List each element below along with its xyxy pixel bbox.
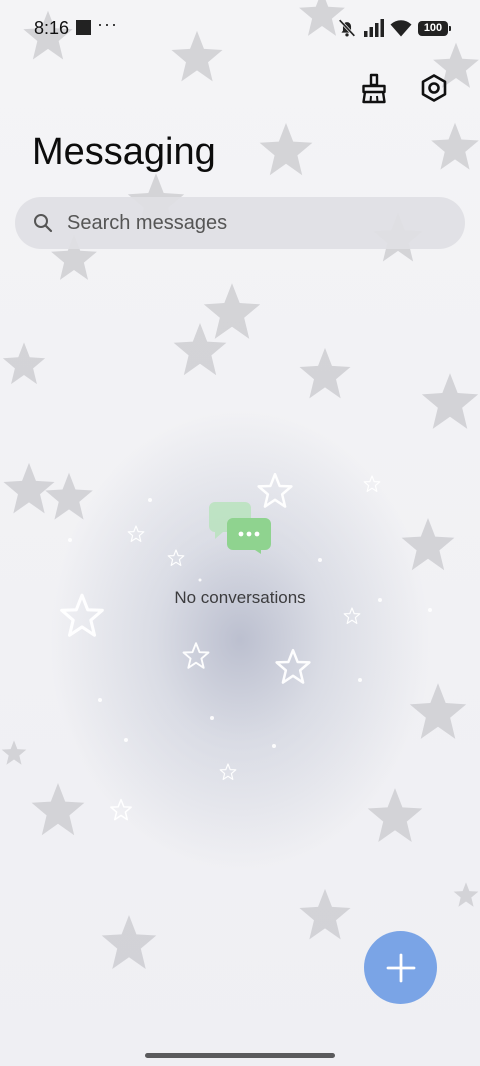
status-bar: 8:16 ··· 100	[0, 0, 480, 56]
search-bar[interactable]	[15, 197, 465, 249]
header-actions	[358, 70, 450, 106]
new-conversation-button[interactable]	[364, 931, 437, 1004]
signal-icon	[364, 19, 384, 37]
square-notification-icon	[76, 20, 91, 35]
status-time: 8:16	[34, 18, 70, 38]
wifi-icon	[390, 20, 412, 37]
page-title: Messaging	[32, 131, 216, 173]
home-indicator[interactable]	[145, 1053, 335, 1058]
settings-gear-icon	[421, 74, 447, 102]
clean-up-button[interactable]	[358, 70, 390, 106]
more-notifications-icon: ···	[97, 14, 118, 34]
chat-bubbles-icon	[209, 502, 271, 554]
clean-brush-icon	[362, 73, 386, 104]
empty-state-text: No conversations	[174, 588, 306, 607]
search-icon	[31, 211, 55, 235]
battery-icon: 100	[418, 20, 451, 36]
mute-vibrate-icon	[338, 19, 356, 37]
status-icons: 100	[336, 17, 451, 39]
search-input[interactable]	[65, 210, 449, 236]
plus-icon	[386, 953, 415, 982]
settings-button[interactable]	[418, 70, 450, 106]
